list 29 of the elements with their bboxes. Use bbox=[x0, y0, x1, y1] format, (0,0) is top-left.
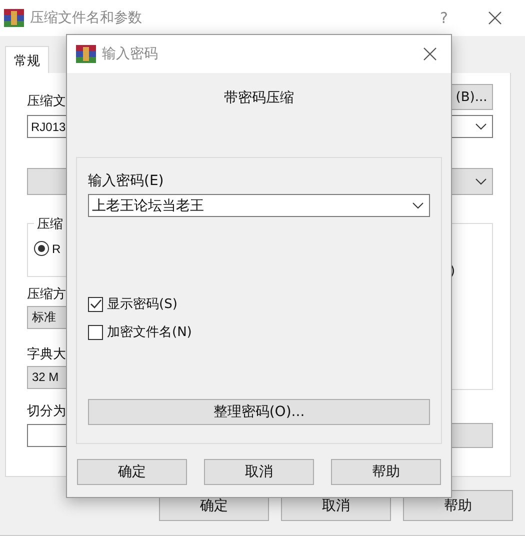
chevron-down-icon bbox=[475, 123, 487, 130]
field-label: 字典大 bbox=[27, 346, 66, 363]
field-label: 压缩方 bbox=[27, 286, 66, 303]
books-icon bbox=[76, 45, 96, 63]
field-label: 切分为 bbox=[27, 403, 66, 420]
help-button[interactable]: ? bbox=[440, 9, 448, 27]
dialog-title: 输入密码 bbox=[102, 45, 158, 63]
field-label: 压缩文 bbox=[27, 93, 66, 110]
radio-label: R bbox=[52, 242, 61, 256]
chevron-down-icon bbox=[412, 202, 424, 209]
books-icon bbox=[4, 9, 24, 27]
close-icon[interactable] bbox=[423, 47, 437, 61]
dialog-heading: 带密码压缩 bbox=[223, 89, 295, 107]
checkbox[interactable] bbox=[88, 324, 103, 340]
dialog-button[interactable]: 取消 bbox=[204, 459, 314, 485]
tab[interactable]: 常规 bbox=[5, 46, 49, 73]
close-icon[interactable] bbox=[488, 11, 502, 25]
field-label: 输入密码(E) bbox=[88, 172, 165, 190]
password-field[interactable]: 上老王论坛当老王 bbox=[88, 194, 430, 217]
organize-passwords-button[interactable]: 整理密码(O)... bbox=[88, 399, 430, 425]
window-title: 压缩文件名和参数 bbox=[30, 9, 142, 27]
dialog-button[interactable]: 确定 bbox=[77, 459, 187, 485]
checkbox-label: 加密文件名(N) bbox=[107, 324, 192, 341]
checkbox-label: 显示密码(S) bbox=[107, 296, 178, 313]
checkbox[interactable] bbox=[88, 296, 103, 312]
chevron-down-icon bbox=[475, 178, 487, 185]
radio-button[interactable] bbox=[34, 241, 49, 256]
browse-button[interactable]: (B)... bbox=[450, 84, 493, 110]
dialog-button[interactable]: 帮助 bbox=[331, 459, 441, 485]
